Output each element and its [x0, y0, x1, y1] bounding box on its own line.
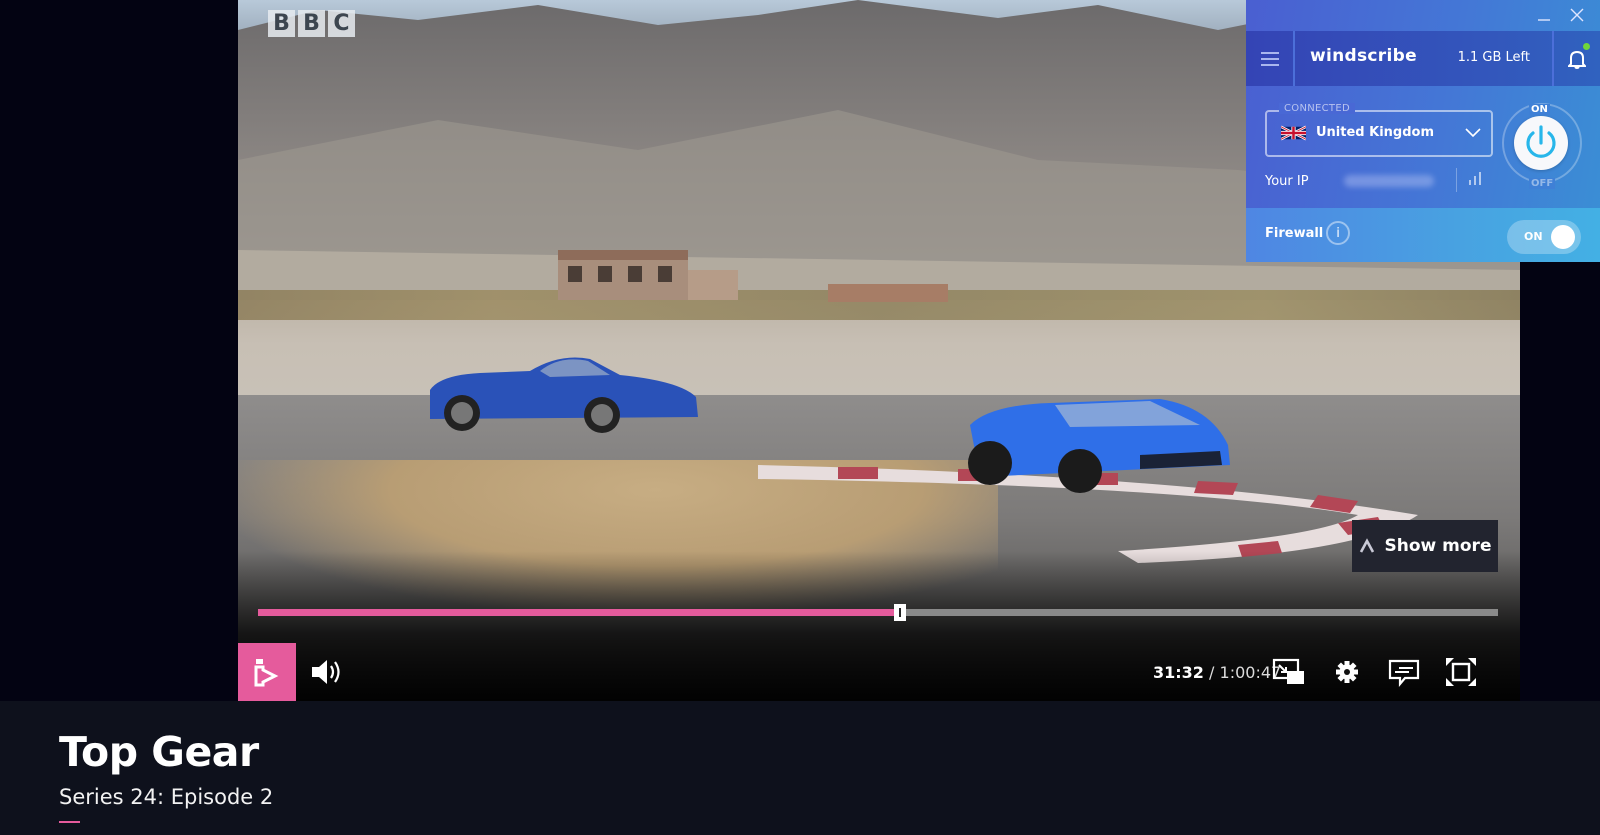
- bell-icon: [1568, 50, 1586, 69]
- connection-status: CONNECTED: [1279, 103, 1355, 114]
- divider: [1456, 168, 1457, 192]
- bbc-logo: B B C: [268, 10, 355, 37]
- uk-flag-icon: [1281, 125, 1306, 141]
- house: [558, 250, 948, 302]
- ip-address-redacted: [1344, 175, 1434, 187]
- programme-info: Top Gear Series 24: Episode 2: [0, 701, 1600, 835]
- windscribe-logo: windscribe: [1310, 46, 1417, 66]
- gear-icon[interactable]: [1330, 656, 1364, 688]
- firewall-row: Firewall i ON: [1246, 208, 1600, 262]
- info-icon[interactable]: i: [1326, 221, 1350, 245]
- firewall-toggle-state: ON: [1524, 230, 1543, 243]
- subtitles-icon[interactable]: [1387, 656, 1421, 688]
- picture-in-picture-icon[interactable]: [1272, 656, 1306, 688]
- iplayer-button[interactable]: [238, 643, 296, 701]
- power-on-label: ON: [1529, 104, 1550, 115]
- controls-gradient: [238, 551, 1520, 701]
- connect-power-button[interactable]: [1514, 116, 1568, 170]
- bbc-logo-letter: B: [298, 10, 325, 37]
- firewall-label: Firewall: [1265, 226, 1324, 241]
- hamburger-icon: [1260, 51, 1279, 66]
- menu-button[interactable]: [1246, 31, 1293, 86]
- progress-fill: [258, 609, 901, 616]
- location-name: United Kingdom: [1316, 125, 1435, 140]
- bbc-logo-letter: C: [328, 10, 355, 37]
- programme-title: Top Gear: [59, 728, 259, 776]
- episode-title: Series 24: Episode 2: [59, 785, 274, 809]
- show-more-button[interactable]: Show more: [1352, 520, 1498, 572]
- ws-header: windscribe 1.1 GB Left: [1246, 31, 1600, 86]
- power-off-label: OFF: [1529, 178, 1556, 189]
- divider: [1293, 31, 1295, 86]
- chevron-up-icon: [1359, 538, 1374, 553]
- volume-icon[interactable]: [310, 656, 344, 688]
- screen: B B C Show more 31:32 / 1:00:47 Top Gear…: [0, 0, 1600, 835]
- chevron-down-icon: [1465, 128, 1481, 138]
- data-remaining: 1.1 GB Left: [1457, 50, 1530, 65]
- blue-lamborghini-car: [968, 399, 1230, 493]
- windscribe-panel: windscribe 1.1 GB Left CONNECTED United …: [1246, 0, 1600, 262]
- power-icon: [1526, 125, 1556, 158]
- close-icon[interactable]: [1568, 6, 1586, 24]
- signal-strength-icon: [1469, 172, 1481, 185]
- time-separator: /: [1209, 663, 1215, 682]
- notification-dot: [1583, 43, 1590, 50]
- accent-underline: [59, 821, 80, 823]
- iplayer-logo-icon: [254, 659, 279, 687]
- show-more-label: Show more: [1384, 536, 1492, 556]
- progress-handle[interactable]: [894, 604, 907, 621]
- toggle-knob: [1551, 225, 1575, 249]
- location-selector[interactable]: CONNECTED United Kingdom: [1265, 103, 1493, 157]
- bbc-logo-letter: B: [268, 10, 295, 37]
- firewall-toggle[interactable]: ON: [1507, 220, 1581, 254]
- ip-label: Your IP: [1265, 174, 1309, 189]
- time-display: 31:32 / 1:00:47: [1153, 663, 1281, 682]
- blue-convertible-car: [430, 357, 698, 433]
- minimize-icon[interactable]: [1536, 8, 1552, 24]
- progress-bar[interactable]: [258, 604, 1498, 621]
- current-time: 31:32: [1153, 663, 1204, 682]
- notifications-button[interactable]: [1554, 31, 1600, 86]
- fullscreen-icon[interactable]: [1444, 656, 1478, 688]
- ws-titlebar[interactable]: [1246, 0, 1600, 31]
